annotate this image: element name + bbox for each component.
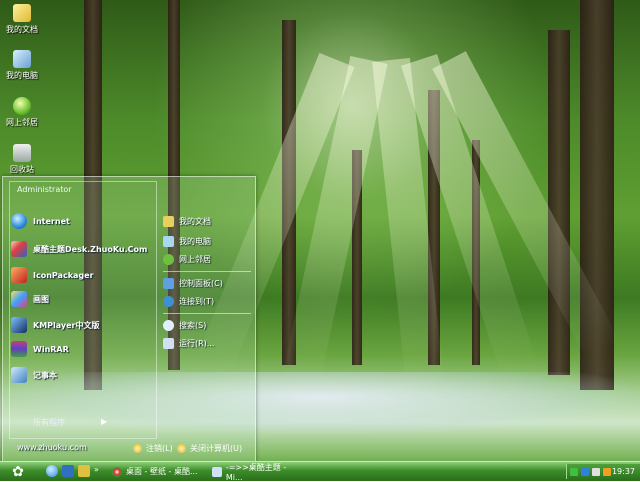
folder-icon — [13, 4, 31, 22]
logoff-button[interactable]: 注销(L) — [133, 443, 173, 454]
program-item-label: 桌酷主题Desk.ZhuoKu.Com — [33, 244, 148, 254]
paint-icon — [11, 291, 27, 307]
program-item-label: 画图 — [33, 294, 49, 304]
control-panel-item[interactable]: 控制面板(C) — [163, 275, 223, 291]
desktop-icon-network[interactable]: 网上邻居 — [4, 97, 40, 128]
all-programs-arrow-icon: ▶ — [101, 417, 108, 426]
place-network[interactable]: 网上邻居 — [163, 251, 211, 267]
program-item-label: 记事本 — [33, 370, 57, 380]
program-item-label: KMPlayer中文版 — [33, 320, 100, 330]
computer-icon — [163, 235, 174, 247]
program-item-winrar[interactable]: WinRAR — [11, 339, 69, 359]
all-programs-button[interactable]: 所有程序 — [33, 417, 65, 428]
place-my-documents[interactable]: 我的文档 — [163, 213, 211, 229]
program-item-notepad[interactable]: 记事本 — [11, 365, 57, 385]
run-item[interactable]: 运行(R)... — [163, 335, 214, 351]
theme-icon — [11, 241, 27, 257]
program-item-iconpackager[interactable]: IconPackager — [11, 265, 94, 285]
system-tray: 19:37 — [566, 464, 640, 479]
network-icon — [13, 97, 31, 115]
network-icon — [163, 253, 174, 265]
flower-start-icon: ✿ — [12, 463, 24, 480]
desktop-icon-label: 回收站 — [10, 165, 34, 174]
search-icon — [163, 319, 174, 331]
shutdown-label: 关闭计算机(U) — [190, 444, 243, 453]
tray-app-icon[interactable] — [603, 467, 611, 476]
program-item-kmplayer[interactable]: KMPlayer中文版 — [11, 315, 100, 335]
browser-icon — [112, 466, 122, 477]
iconpackager-icon — [11, 267, 27, 283]
winrar-icon — [11, 341, 27, 357]
notepad-icon — [11, 367, 27, 383]
desktop-icon-my-computer[interactable]: 我的电脑 — [4, 50, 40, 81]
program-item-label: WinRAR — [33, 344, 69, 354]
tray-arrow-icon[interactable] — [570, 467, 578, 476]
taskbar-button-label: 桌面 - 壁纸 - 桌酷... — [126, 467, 198, 476]
logoff-label: 注销(L) — [146, 444, 173, 453]
website-text: www.zhuoku.com — [17, 443, 87, 452]
quick-launch-media-icon[interactable] — [78, 465, 90, 477]
tray-volume-icon[interactable] — [592, 467, 600, 476]
desktop-icon-my-documents[interactable]: 我的文档 — [4, 4, 40, 35]
taskbar-button-browser[interactable]: 桌面 - 壁纸 - 桌酷... — [108, 464, 204, 479]
desktop-icon-recycle-bin[interactable]: 回收站 — [4, 144, 40, 175]
program-item-internet[interactable]: Internet — [11, 211, 70, 231]
place-my-computer[interactable]: 我的电脑 — [163, 233, 211, 249]
control-panel-label: 控制面板(C) — [179, 278, 223, 288]
place-label: 网上邻居 — [179, 254, 211, 264]
shutdown-icon — [177, 444, 186, 453]
program-item-zhuoku-theme[interactable]: 桌酷主题Desk.ZhuoKu.Com — [11, 239, 147, 259]
menu-divider — [163, 313, 251, 314]
search-label: 搜索(S) — [179, 320, 207, 330]
desktop-icon-label: 我的电脑 — [6, 71, 38, 80]
start-menu: Administrator Internet 桌酷主题Desk.ZhuoKu.C… — [2, 176, 256, 462]
run-icon — [163, 337, 174, 349]
taskbar: ✿ » 桌面 - 壁纸 - 桌酷... -=>>桌酷主题 - Mi... 19:… — [0, 461, 640, 482]
folder-icon — [163, 215, 174, 227]
quick-launch-desktop-icon[interactable] — [62, 465, 74, 477]
start-button[interactable]: ✿ — [8, 463, 28, 480]
connect-to-item[interactable]: 连接到(T) — [163, 293, 214, 309]
tray-network-icon[interactable] — [581, 467, 589, 476]
menu-divider — [163, 271, 251, 272]
quick-launch-ie-icon[interactable] — [46, 465, 58, 477]
connect-icon — [163, 295, 174, 307]
quick-launch-overflow-icon[interactable]: » — [94, 465, 99, 474]
program-item-paint[interactable]: 画图 — [11, 289, 49, 309]
computer-icon — [13, 50, 31, 68]
program-item-label: IconPackager — [33, 270, 94, 280]
program-item-label: Internet — [33, 216, 70, 226]
taskbar-button-label: -=>>桌酷主题 - Mi... — [225, 462, 287, 482]
desktop-icon-label: 我的文档 — [6, 25, 38, 34]
control-panel-icon — [163, 277, 174, 289]
internet-explorer-icon — [11, 213, 27, 229]
taskbar-clock[interactable]: 19:37 — [612, 467, 635, 476]
logoff-icon — [133, 444, 142, 453]
shutdown-button[interactable]: 关闭计算机(U) — [177, 443, 242, 454]
taskbar-button-document[interactable]: -=>>桌酷主题 - Mi... — [208, 462, 308, 482]
recycle-bin-icon — [13, 144, 31, 162]
place-label: 我的电脑 — [179, 236, 211, 246]
place-label: 我的文档 — [179, 216, 211, 226]
run-label: 运行(R)... — [179, 338, 215, 348]
document-icon — [212, 466, 222, 477]
connect-to-label: 连接到(T) — [179, 296, 215, 306]
search-item[interactable]: 搜索(S) — [163, 317, 206, 333]
desktop-icon-label: 网上邻居 — [6, 118, 38, 127]
kmplayer-icon — [11, 317, 27, 333]
start-menu-user-name: Administrator — [17, 185, 72, 194]
